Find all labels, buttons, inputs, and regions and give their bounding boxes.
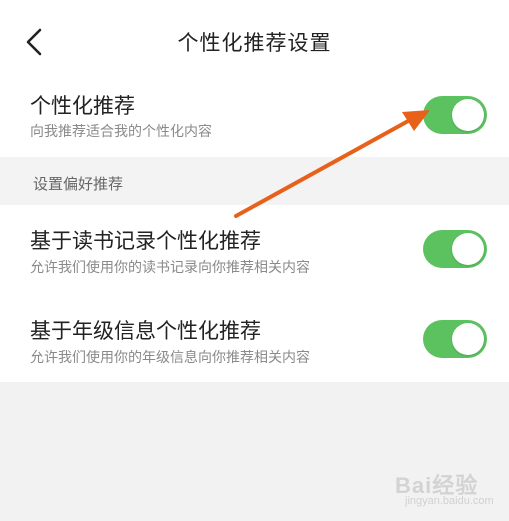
top-bar: 个性化推荐设置 — [0, 0, 509, 80]
setting-row-personalized: 个性化推荐 向我推荐适合我的个性化内容 — [0, 80, 509, 157]
setting-subtitle: 允许我们使用你的年级信息向你推荐相关内容 — [30, 350, 310, 366]
watermark-url: jingyan.baidu.com — [405, 495, 494, 507]
grade-info-toggle[interactable] — [423, 320, 487, 358]
setting-subtitle: 向我推荐适合我的个性化内容 — [30, 124, 212, 140]
setting-row-reading-history: 基于读书记录个性化推荐 允许我们使用你的读书记录向你推荐相关内容 — [0, 205, 509, 293]
toggle-knob — [452, 233, 484, 265]
setting-subtitle: 允许我们使用你的读书记录向你推荐相关内容 — [30, 260, 310, 276]
setting-title: 基于年级信息个性化推荐 — [30, 319, 261, 343]
reading-history-toggle[interactable] — [423, 230, 487, 268]
personalized-toggle[interactable] — [423, 96, 487, 134]
toggle-knob — [452, 323, 484, 355]
toggle-knob — [452, 99, 484, 131]
section-label: 设置偏好推荐 — [33, 175, 124, 193]
section-header: 设置偏好推荐 — [0, 157, 509, 205]
setting-title: 基于读书记录个性化推荐 — [30, 229, 261, 253]
setting-title: 个性化推荐 — [30, 94, 135, 118]
page-title: 个性化推荐设置 — [177, 31, 332, 55]
setting-row-grade-info: 基于年级信息个性化推荐 允许我们使用你的年级信息向你推荐相关内容 — [0, 293, 509, 382]
